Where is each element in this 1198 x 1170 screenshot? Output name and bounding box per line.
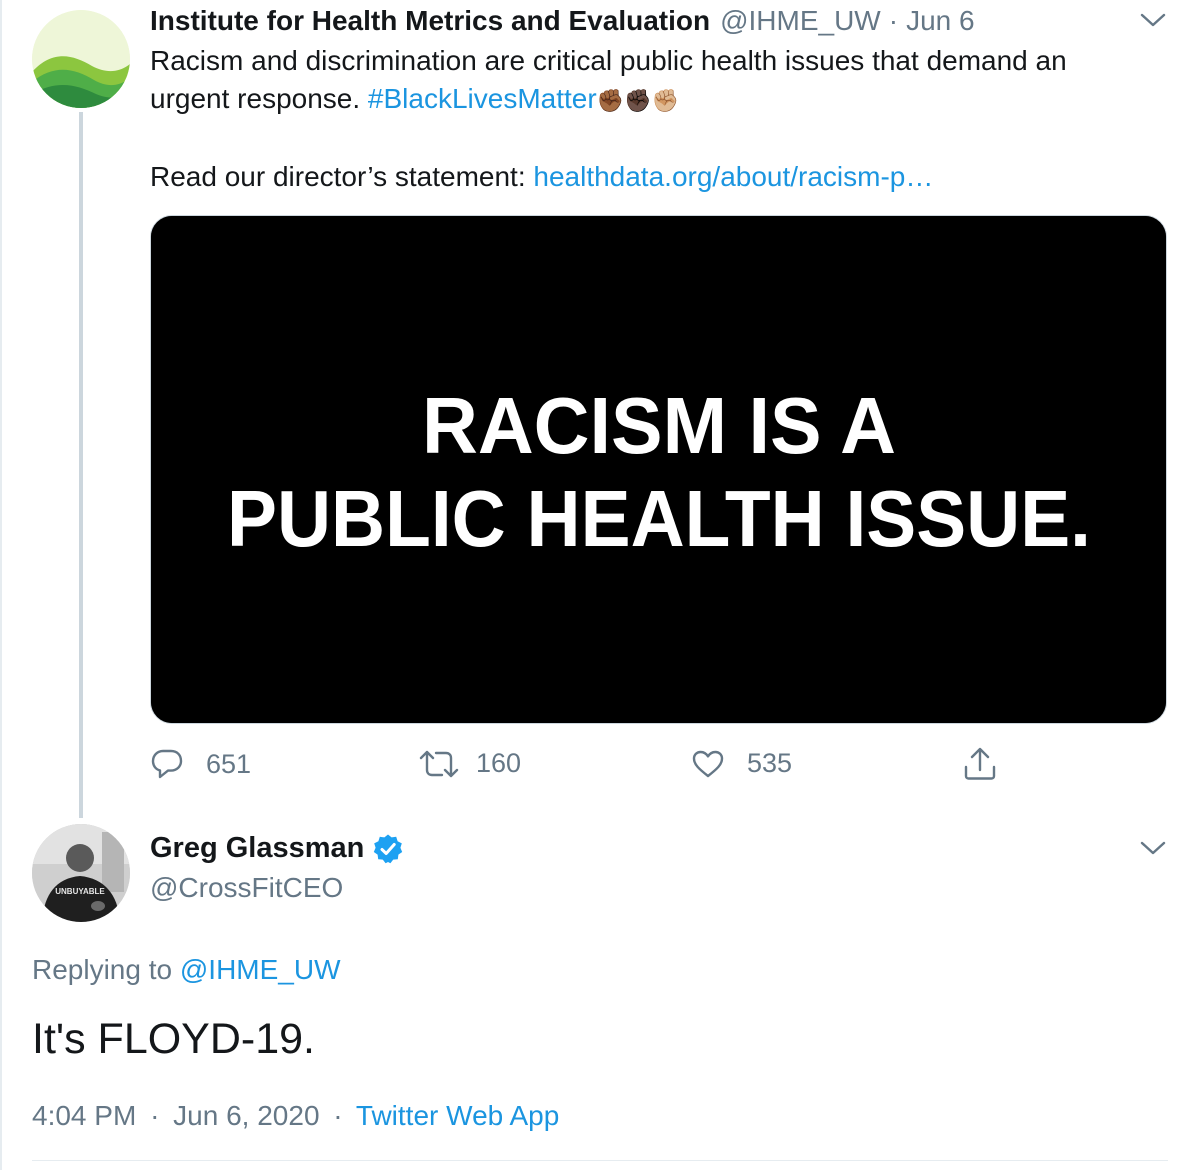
tweet-date[interactable]: Jun 6	[906, 5, 975, 37]
profile-photo: UNBUYABLE	[32, 824, 130, 922]
reply-text: It's FLOYD-19.	[32, 1015, 316, 1063]
meta-separator: ·	[333, 1100, 343, 1131]
left-border	[0, 0, 2, 1170]
tweet-text-line: urgent response. #BlackLivesMatter✊🏾✊🏿✊🏼	[150, 80, 1170, 120]
chevron-down-icon[interactable]	[1140, 840, 1166, 856]
replying-to-handle[interactable]: @IHME_UW	[180, 954, 341, 985]
retweet-icon	[419, 750, 459, 777]
tweet-full-date[interactable]: Jun 6, 2020	[173, 1100, 319, 1131]
tweet-time[interactable]: 4:04 PM	[32, 1100, 136, 1131]
reply-button[interactable]: 651	[150, 748, 251, 780]
reply-count: 651	[206, 748, 252, 779]
tweet-text-segment: urgent response.	[150, 83, 368, 114]
tweet-text-segment: Read our director’s statement:	[150, 161, 534, 192]
media-text-line1: RACISM IS A	[422, 381, 896, 470]
retweet-count: 160	[476, 748, 522, 778]
header-separator: ·	[888, 5, 899, 36]
like-button[interactable]: 535	[691, 748, 792, 779]
statement-link[interactable]: healthdata.org/about/racism-p…	[533, 161, 933, 192]
tweet-meta: 4:04 PM · Jun 6, 2020 · Twitter Web App	[32, 1100, 559, 1132]
greg-avatar[interactable]: UNBUYABLE	[32, 824, 130, 922]
media-text-line2: PUBLIC HEALTH ISSUE.	[227, 474, 1091, 563]
reply-author-handle[interactable]: @CrossFitCEO	[150, 872, 343, 904]
meta-separator: ·	[150, 1100, 160, 1131]
tweet-source[interactable]: Twitter Web App	[356, 1100, 559, 1131]
shirt-text: UNBUYABLE	[55, 887, 105, 896]
media-image[interactable]: RACISM IS A PUBLIC HEALTH ISSUE.	[150, 215, 1167, 724]
reply-icon	[151, 749, 183, 779]
tweet-actions: 651 160 535	[150, 740, 1020, 790]
ihme-logo-icon	[32, 10, 130, 108]
verified-badge-icon	[374, 834, 403, 863]
author-handle[interactable]: @IHME_UW	[720, 5, 881, 37]
share-button[interactable]	[962, 746, 998, 782]
reply-author-name-text[interactable]: Greg Glassman	[150, 832, 364, 865]
tweet-text: Racism and discrimination are critical p…	[150, 42, 1170, 196]
like-count: 535	[747, 748, 793, 778]
hashtag-link[interactable]: #BlackLivesMatter	[368, 83, 597, 114]
tweet-text-line: Racism and discrimination are critical p…	[150, 45, 1067, 76]
reply-author-name[interactable]: Greg Glassman	[150, 832, 404, 865]
author-name[interactable]: Institute for Health Metrics and Evaluat…	[150, 5, 710, 37]
share-icon	[964, 747, 996, 780]
tweet-header: Institute for Health Metrics and Evaluat…	[150, 0, 1170, 42]
chevron-down-icon[interactable]	[1140, 12, 1166, 28]
heart-icon	[692, 750, 724, 777]
replying-to: Replying to @IHME_UW	[32, 954, 341, 986]
ihme-avatar[interactable]	[32, 10, 130, 108]
tweet-text-line: Read our director’s statement: healthdat…	[150, 158, 1170, 196]
retweet-button[interactable]: 160	[418, 748, 521, 779]
replying-to-label: Replying to	[32, 954, 180, 985]
thread-line	[79, 112, 83, 818]
raised-fists-emoji: ✊🏾✊🏿✊🏼	[596, 88, 679, 113]
divider	[32, 1160, 1168, 1161]
tweet-body: Institute for Health Metrics and Evaluat…	[150, 0, 1170, 196]
